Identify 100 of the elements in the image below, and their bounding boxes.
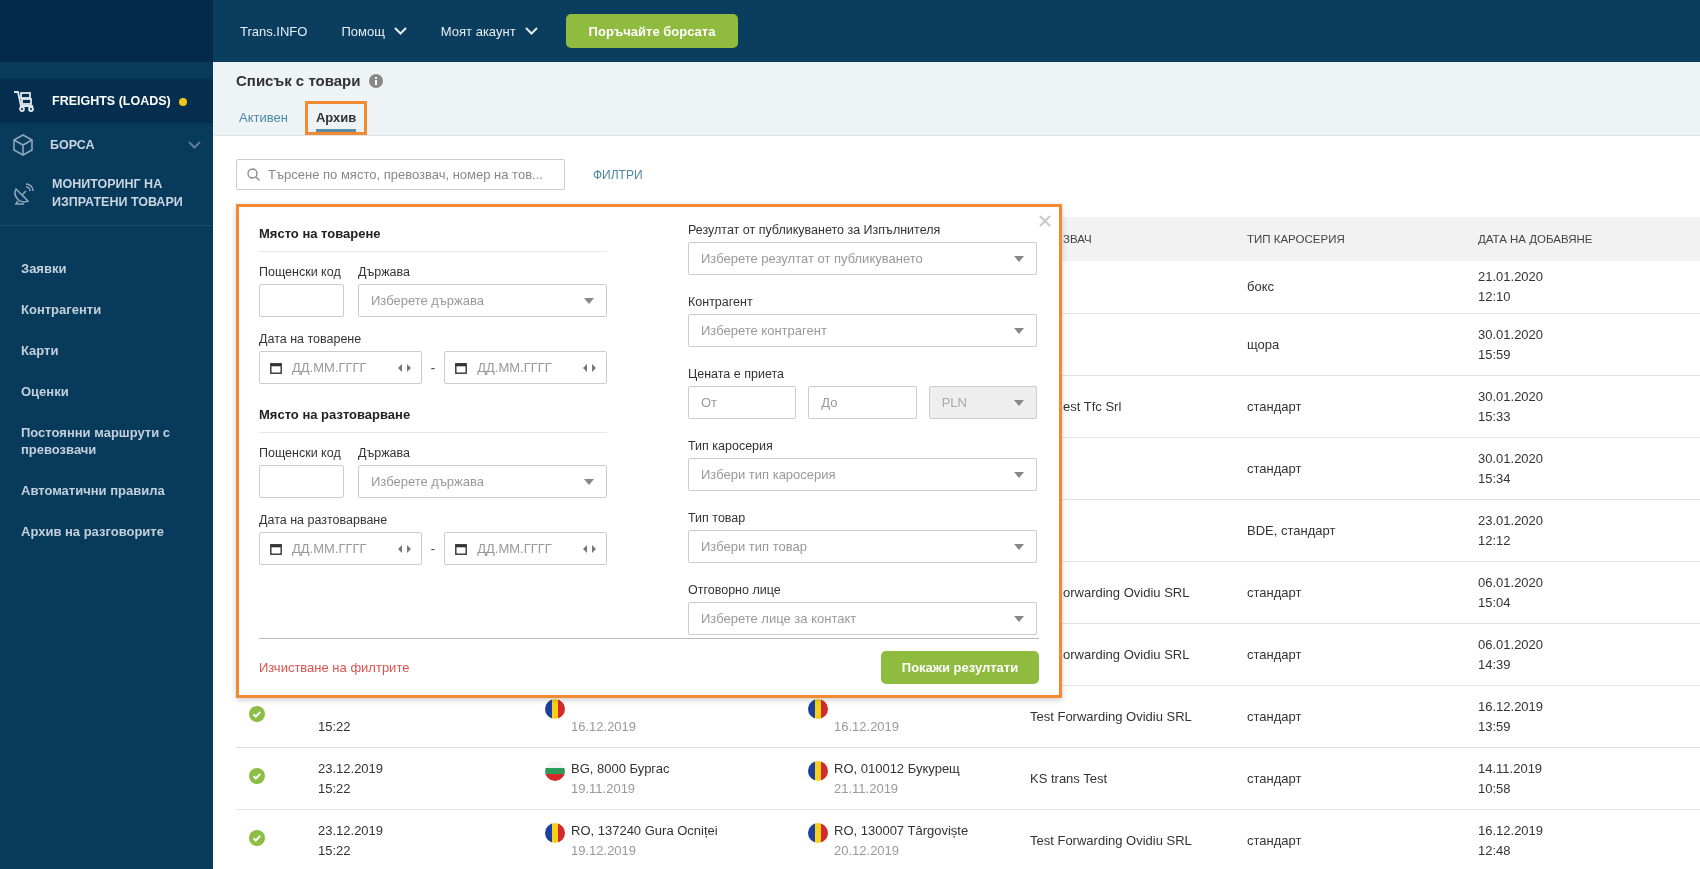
sidebar-link[interactable]: Карти (0, 330, 213, 371)
flag-icon (808, 822, 828, 843)
table-cell: KS trans Test (1030, 770, 1108, 786)
price-to-field[interactable]: До (808, 386, 917, 419)
chevron-down-icon (188, 141, 201, 149)
field-label: Цената е приета (688, 367, 785, 381)
table-cell: стандарт (1247, 770, 1302, 786)
select-field[interactable]: Изберете резултат от публикуването (688, 242, 1037, 275)
calendar-icon (270, 542, 282, 555)
place-text: RO, 137240 Gura Ocniței (571, 821, 718, 840)
select-field[interactable]: Изберете контрагент (688, 314, 1037, 347)
time-text: 15:22 (318, 779, 352, 798)
table-cell: BDE, стандарт (1247, 522, 1336, 538)
flag-icon (808, 760, 828, 781)
date-text: 30.01.2020 (1478, 387, 1545, 406)
sidebar-link[interactable]: Контрагенти (0, 289, 213, 330)
field-label: Пощенски код (259, 446, 342, 460)
calendar-icon (455, 542, 468, 555)
place-text: RO, 130007 Târgoviște (834, 821, 969, 840)
column-header: ЗВАЧ (1062, 233, 1093, 245)
sidebar-section[interactable]: FREIGHTS (LOADS) (0, 79, 213, 123)
calendar-icon (455, 361, 468, 374)
sidebar-link[interactable]: Архив на разговорите (0, 511, 213, 552)
arrows-icon (397, 544, 411, 553)
place-text: RO, 010012 Букурещ (834, 759, 960, 778)
sidebar-section[interactable]: МОНИТОРИНГ НА ИЗПРАТЕНИ ТОВАРИ (0, 167, 213, 219)
field-label: Тип товар (688, 511, 747, 525)
sidebar-section[interactable]: БОРСА (0, 123, 213, 167)
sidebar-link[interactable]: Заявки (0, 248, 213, 289)
country-select[interactable]: Изберете държава (358, 284, 607, 317)
cube-icon (12, 133, 34, 157)
nav-menu-item[interactable]: Помощ (341, 23, 407, 39)
date-text: 14.11.2019 (1478, 759, 1544, 778)
date-text: 20.12.2019 (834, 841, 901, 860)
arrows-icon (583, 363, 596, 372)
table-cell-text: orwarding Ovidiu SRL (1062, 583, 1191, 602)
time-text: 12:12 (1478, 531, 1512, 550)
field-label: Контрагент (688, 295, 754, 309)
caret-icon (584, 297, 594, 304)
select-field[interactable]: Избери тип каросерия (688, 458, 1037, 491)
range-separator: - (430, 541, 436, 556)
date-text: 16.12.2019 (571, 717, 637, 736)
field-label: Дата на разтоварване (259, 513, 389, 527)
chevron-down-icon (393, 27, 407, 35)
postal-code-field[interactable] (259, 284, 344, 317)
date-field[interactable]: ДД.ММ.ГГГГ (259, 532, 422, 565)
time-text: 15:22 (318, 717, 352, 736)
country-select[interactable]: Изберете държава (358, 465, 607, 498)
search-field[interactable]: Търсене по място, превозвач, номер на тов... (236, 159, 565, 190)
time-text: 15:59 (1478, 345, 1512, 364)
field-label: Тип каросерия (688, 439, 774, 453)
select-field[interactable]: Изберете лице за контакт (688, 602, 1037, 635)
time-text: 15:04 (1478, 593, 1512, 612)
time-text: 15:34 (1478, 469, 1512, 488)
price-from-field[interactable]: От (688, 386, 797, 419)
flag-icon (808, 698, 828, 719)
table-cell: бокс (1247, 279, 1274, 294)
time-text: 13:59 (1478, 717, 1512, 736)
check-circle-icon (249, 705, 265, 722)
place-text: BG, 8000 Бургас (571, 759, 670, 778)
date-text: 23.01.2020 (1478, 511, 1545, 530)
filters-link[interactable]: ФИЛТРИ (593, 167, 643, 182)
caret-icon (1014, 327, 1024, 334)
hand-truck-icon (12, 89, 36, 113)
column-header: ТИП КАРОСЕРИЯ (1247, 233, 1345, 245)
time-text: 14:39 (1478, 655, 1512, 674)
nav-menu-item[interactable]: Trans.INFO (240, 23, 308, 39)
table-cell: щора (1247, 336, 1280, 352)
field-label: Дата на товарене (259, 332, 363, 346)
flag-icon (545, 822, 565, 843)
table-cell: Test Forwarding Ovidiu SRL (1030, 832, 1192, 848)
time-text: 12:10 (1478, 288, 1512, 306)
table-cell: стандарт (1247, 584, 1302, 600)
postal-code-field[interactable] (259, 465, 344, 498)
nav-menu-item[interactable]: Моят акаунт (440, 23, 538, 39)
select-field[interactable]: Избери тип товар (688, 530, 1037, 563)
section-title: Място на разтоварване (259, 404, 607, 433)
time-text: 15:33 (1478, 407, 1512, 426)
sidebar-link[interactable]: Постоянни маршрути с превозвачи (0, 412, 213, 470)
date-field[interactable]: ДД.ММ.ГГГГ (259, 351, 422, 384)
table-cell: стандарт (1247, 646, 1302, 662)
clear-filters-link[interactable]: Изчистване на филтрите (259, 660, 410, 675)
field-label: Отговорно лице (688, 583, 782, 597)
range-separator: - (430, 360, 436, 375)
check-circle-icon (249, 829, 265, 846)
order-button[interactable]: Поръчайте борсата (565, 14, 739, 48)
caret-icon (1014, 543, 1024, 550)
table-cell: стандарт (1247, 460, 1302, 476)
sidebar-link[interactable]: Автоматични правила (0, 470, 213, 511)
tab[interactable]: Активен (236, 101, 299, 135)
satellite-dish-icon (12, 181, 36, 205)
sidebar-link[interactable]: Оценки (0, 371, 213, 412)
date-text: 21.01.2020 (1478, 268, 1545, 286)
column-header: ДАТА НА ДОБАВЯНЕ (1478, 233, 1593, 245)
date-field[interactable]: ДД.ММ.ГГГГ (444, 351, 607, 384)
tab[interactable]: Архив (304, 101, 368, 135)
show-results-button[interactable]: Покажи резултати (881, 651, 1039, 684)
table-cell-text: orwarding Ovidiu SRL (1062, 645, 1191, 664)
caret-icon (1014, 399, 1024, 406)
date-field[interactable]: ДД.ММ.ГГГГ (444, 532, 607, 565)
